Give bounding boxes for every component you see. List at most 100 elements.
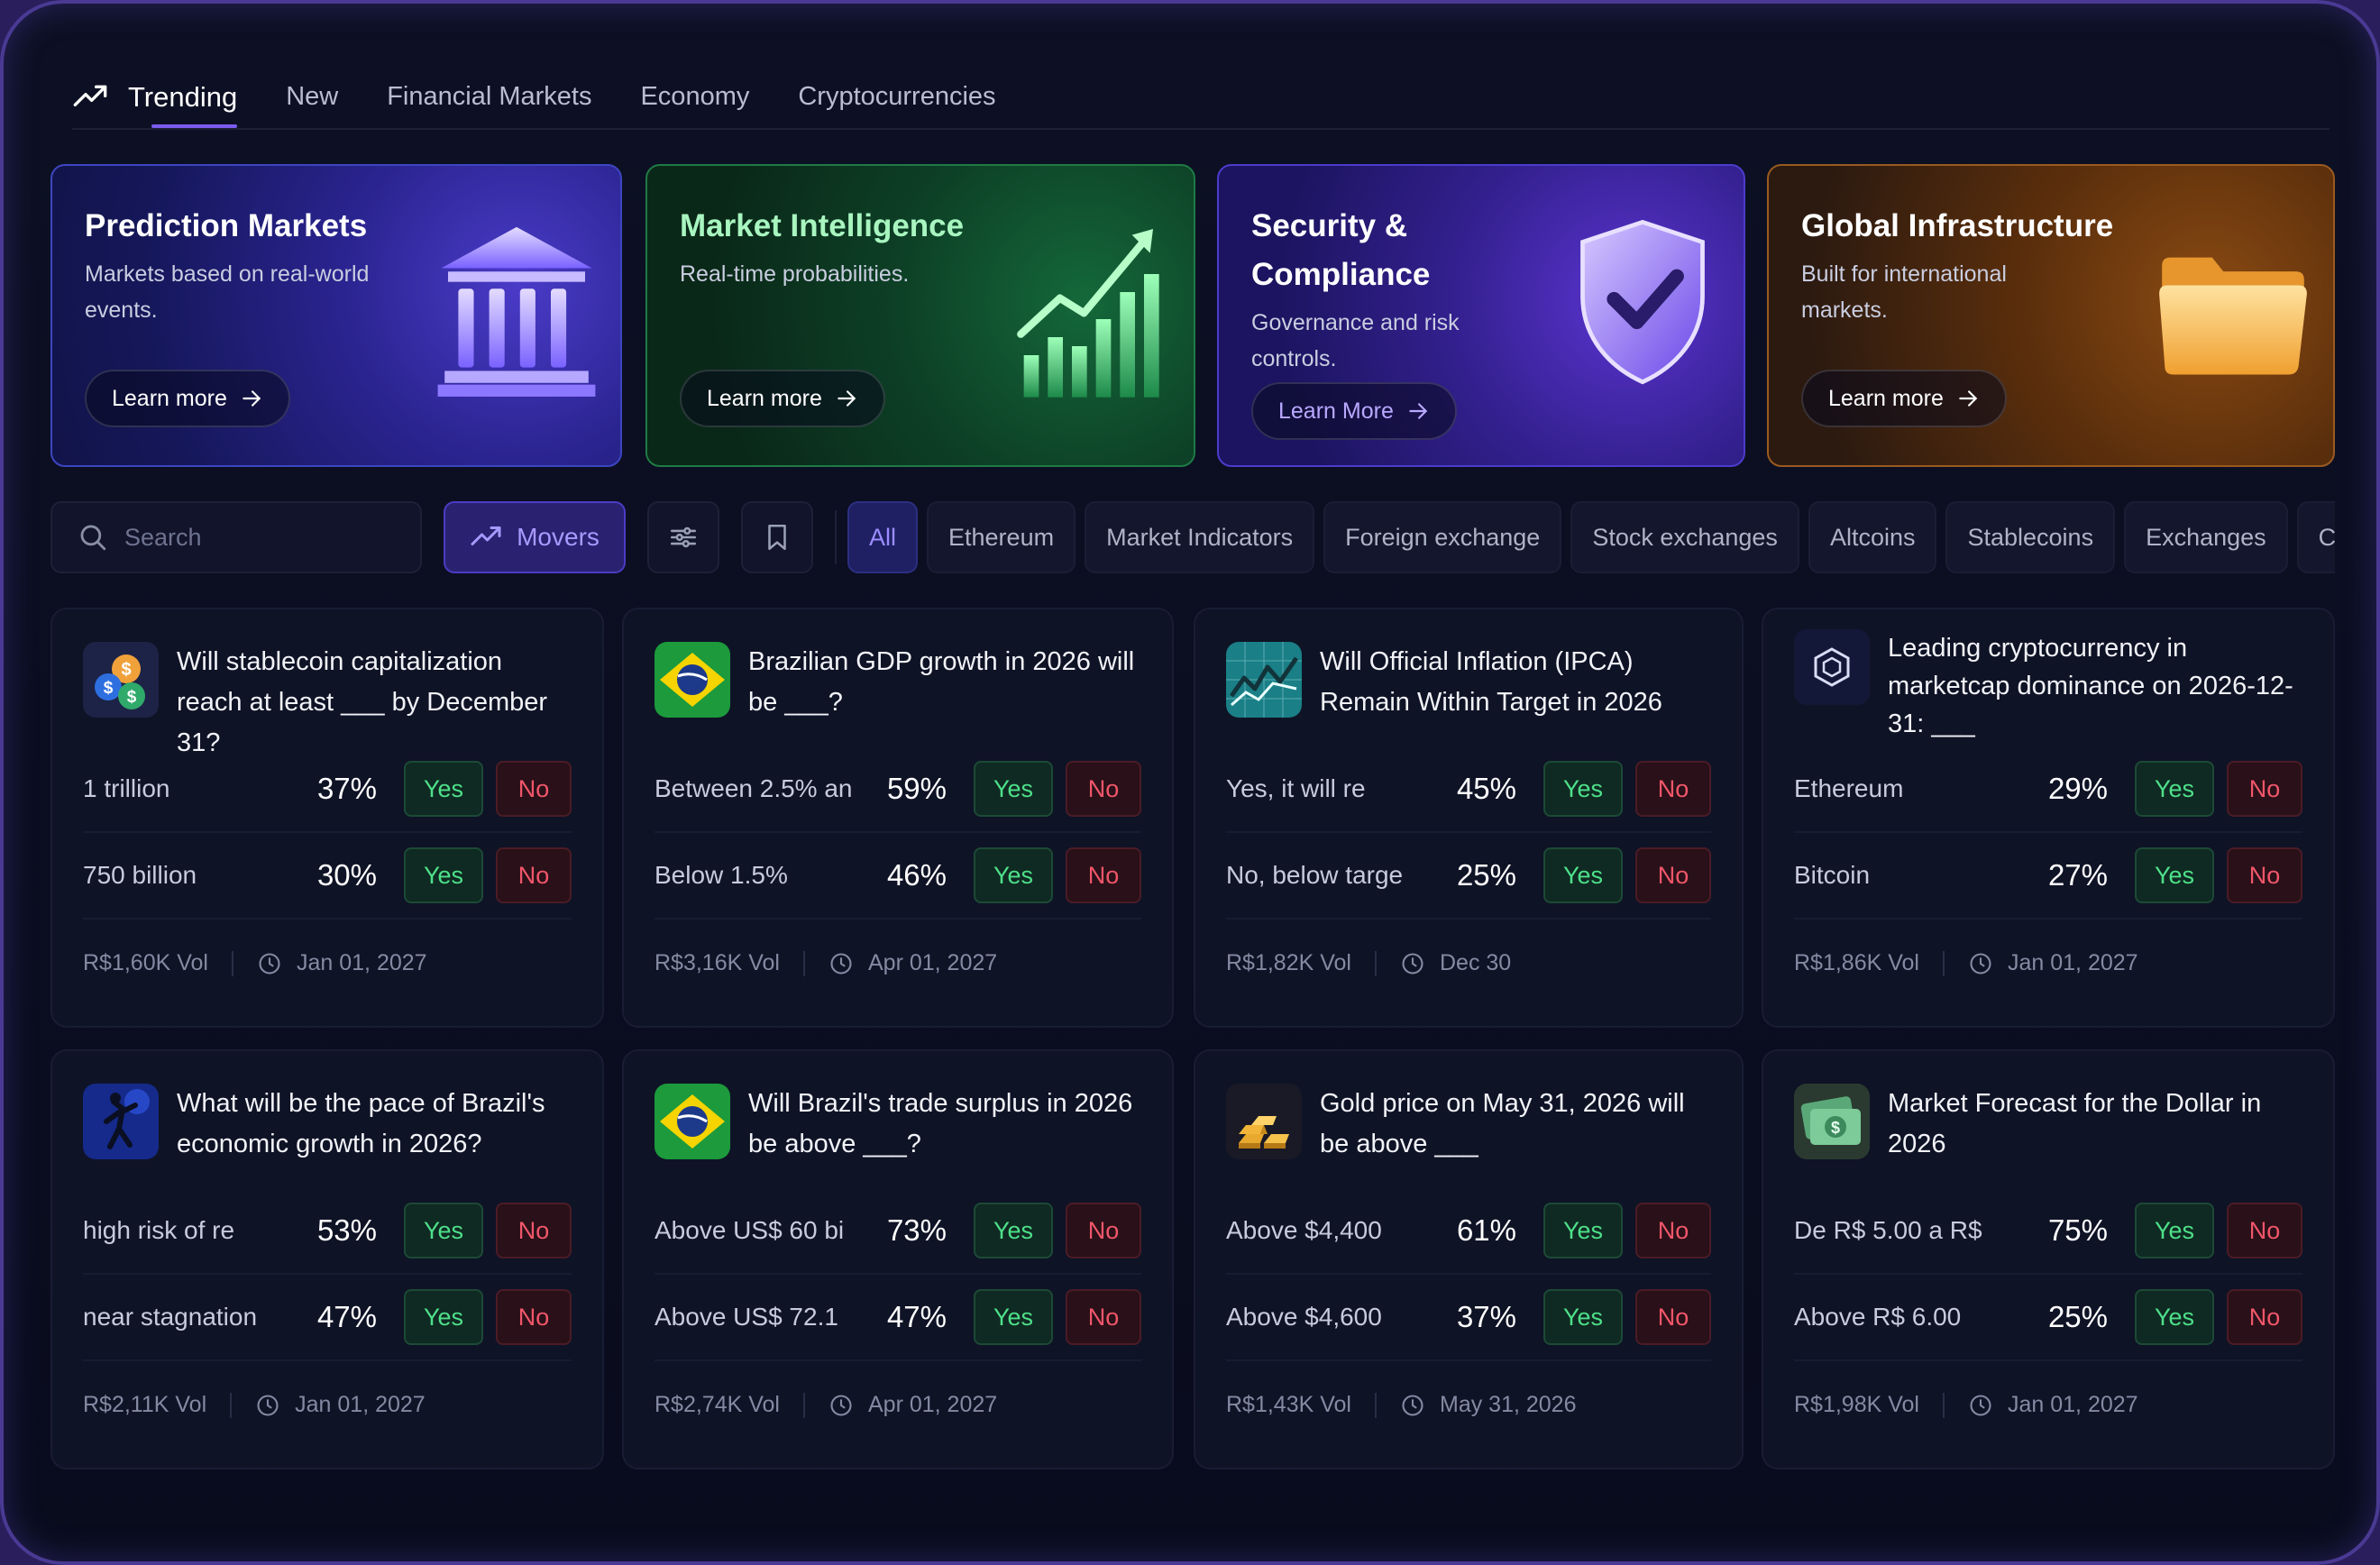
market-question[interactable]: Leading cryptocurrency in marketcap domi… (1888, 629, 2302, 746)
volume-text: R$1,60K Vol (83, 950, 208, 975)
chip-crypt[interactable]: Crypt (2296, 501, 2335, 573)
yes-button[interactable]: Yes (2135, 847, 2214, 903)
yes-button[interactable]: Yes (404, 761, 483, 817)
chip-stock-exchanges[interactable]: Stock exchanges (1570, 501, 1799, 573)
market-card[interactable]: Leading cryptocurrency in marketcap domi… (1762, 608, 2335, 1028)
no-button[interactable]: No (1635, 1203, 1711, 1258)
outcome-label: Above R$ 6.00 (1794, 1303, 1962, 1331)
market-card[interactable]: $ $ $ Will stablecoin capitalization reach … (50, 608, 604, 1028)
yes-button[interactable]: Yes (1543, 1203, 1623, 1258)
chip-market-indicators[interactable]: Market Indicators (1085, 501, 1315, 573)
yes-button[interactable]: Yes (974, 847, 1053, 903)
chip-stablecoins[interactable]: Stablecoins (1945, 501, 2116, 573)
chip-exchanges[interactable]: Exchanges (2124, 501, 2288, 573)
no-button[interactable]: No (1635, 761, 1711, 817)
yes-button[interactable]: Yes (2135, 1203, 2214, 1258)
yes-button[interactable]: Yes (974, 1289, 1053, 1345)
movers-button[interactable]: Movers (444, 501, 626, 573)
bookmark-icon (768, 524, 786, 551)
no-button[interactable]: No (1066, 761, 1141, 817)
tab-economy[interactable]: Economy (640, 70, 749, 124)
no-button[interactable]: No (496, 1203, 572, 1258)
filter-settings-button[interactable] (647, 501, 719, 573)
trending-icon (471, 526, 501, 545)
learn-more-button[interactable]: Learn More (1251, 382, 1457, 440)
no-button[interactable]: No (1635, 1289, 1711, 1345)
clock-icon (830, 1394, 852, 1416)
outcome-row: 750 billion 30% Yes No (83, 833, 572, 920)
market-card[interactable]: Will Official Inflation (IPCA) Remain Wi… (1194, 608, 1744, 1028)
outcome-probability: 59% (886, 772, 947, 805)
nav-divider (72, 128, 2330, 130)
chip-foreign-exchange[interactable]: Foreign exchange (1323, 501, 1562, 573)
stablecoin-icon: $ $ $ (83, 642, 159, 718)
folder-icon (2159, 257, 2307, 375)
tab-financial-markets[interactable]: Financial Markets (387, 70, 591, 124)
tab-label: New (286, 82, 339, 111)
tab-cryptocurrencies[interactable]: Cryptocurrencies (798, 70, 995, 124)
outcome-probability: 37% (1456, 1300, 1516, 1333)
learn-more-button[interactable]: Learn more (1801, 370, 2007, 427)
search-box[interactable] (50, 501, 422, 573)
clock-icon (830, 952, 852, 975)
button-label: Learn more (707, 385, 822, 411)
market-card[interactable]: Gold price on May 31, 2026 will be above… (1194, 1049, 1744, 1469)
no-button[interactable]: No (1066, 847, 1141, 903)
yes-button[interactable]: Yes (1543, 847, 1623, 903)
no-button[interactable]: No (1635, 847, 1711, 903)
tab-label: Trending (128, 80, 238, 113)
gold-bars-icon (1226, 1084, 1302, 1159)
no-button[interactable]: No (2227, 1203, 2302, 1258)
yes-button[interactable]: Yes (974, 761, 1053, 817)
outcome-row: Above $4,400 61% Yes No (1226, 1188, 1711, 1275)
no-button[interactable]: No (496, 847, 572, 903)
button-label: Learn More (1278, 398, 1394, 424)
market-card[interactable]: What will be the pace of Brazil's econom… (50, 1049, 604, 1469)
close-date: Jan 01, 2027 (295, 1392, 426, 1417)
outcome-probability: 47% (886, 1300, 947, 1333)
learn-more-button[interactable]: Learn more (85, 370, 290, 427)
market-question[interactable]: Gold price on May 31, 2026 will be above… (1320, 1084, 1711, 1188)
market-card[interactable]: $ Market Forecast for the Dollar in 2026 D… (1762, 1049, 2335, 1469)
yes-button[interactable]: Yes (2135, 761, 2214, 817)
market-question[interactable]: Will stablecoin capitalization reach at … (177, 642, 572, 757)
button-label: Movers (517, 523, 600, 551)
outcome-row: Above US$ 60 bi 73% Yes No (654, 1188, 1141, 1275)
no-button[interactable]: No (1066, 1289, 1141, 1345)
yes-button[interactable]: Yes (974, 1203, 1053, 1258)
market-card[interactable]: Brazilian GDP growth in 2026 will be ___… (622, 608, 1174, 1028)
learn-more-button[interactable]: Learn more (680, 370, 885, 427)
chip-altcoins[interactable]: Altcoins (1808, 501, 1937, 573)
market-card[interactable]: Will Brazil's trade surplus in 2026 be a… (622, 1049, 1174, 1469)
svg-text:$: $ (127, 688, 137, 707)
yes-button[interactable]: Yes (1543, 761, 1623, 817)
no-button[interactable]: No (496, 1289, 572, 1345)
yes-button[interactable]: Yes (1543, 1289, 1623, 1345)
no-button[interactable]: No (2227, 761, 2302, 817)
shield-check-icon (1580, 219, 1705, 385)
no-button[interactable]: No (2227, 847, 2302, 903)
market-question[interactable]: Market Forecast for the Dollar in 2026 (1888, 1084, 2302, 1188)
search-icon (80, 525, 106, 551)
search-input[interactable] (124, 523, 395, 552)
chip-all[interactable]: All (847, 501, 919, 573)
market-question[interactable]: Will Brazil's trade surplus in 2026 be a… (748, 1084, 1141, 1188)
market-question[interactable]: Brazilian GDP growth in 2026 will be ___… (748, 642, 1141, 746)
outcome-label: Ethereum (1794, 774, 1904, 802)
tab-new[interactable]: New (286, 70, 338, 124)
outcome-label: Above US$ 72.1 (654, 1303, 838, 1331)
no-button[interactable]: No (1066, 1203, 1141, 1258)
yes-button[interactable]: Yes (404, 1289, 483, 1345)
yes-button[interactable]: Yes (404, 847, 483, 903)
tab-trending[interactable]: Trending (72, 70, 238, 128)
no-button[interactable]: No (496, 761, 572, 817)
bookmark-button[interactable] (741, 501, 813, 573)
market-question[interactable]: Will Official Inflation (IPCA) Remain Wi… (1320, 642, 1711, 746)
clock-icon (259, 952, 280, 975)
crypto-hexagon-icon (1794, 629, 1870, 705)
no-button[interactable]: No (2227, 1289, 2302, 1345)
chip-ethereum[interactable]: Ethereum (927, 501, 1076, 573)
yes-button[interactable]: Yes (2135, 1289, 2214, 1345)
yes-button[interactable]: Yes (404, 1203, 483, 1258)
market-question[interactable]: What will be the pace of Brazil's econom… (177, 1084, 572, 1188)
